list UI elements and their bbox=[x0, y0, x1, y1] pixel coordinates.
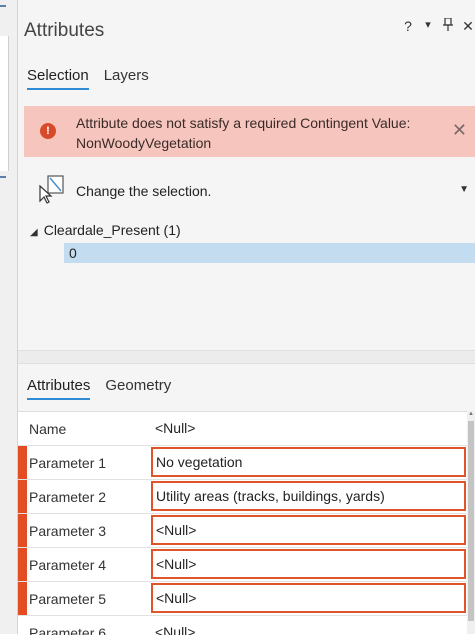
tree-layer-node[interactable]: ◢ Cleardale_Present (1) bbox=[30, 222, 181, 238]
pin-icon[interactable] bbox=[441, 17, 455, 35]
menu-dropdown-icon[interactable]: ▾ bbox=[421, 18, 435, 35]
scroll-up-icon[interactable]: ▲ bbox=[467, 411, 475, 419]
error-flag bbox=[18, 446, 27, 479]
attribute-table: Name <Null> Parameter 1 No vegetation Pa… bbox=[18, 411, 467, 635]
field-label: Parameter 5 bbox=[29, 591, 107, 607]
background-tick bbox=[0, 176, 6, 178]
expand-triangle-icon[interactable]: ◢ bbox=[30, 227, 38, 238]
top-tab-bar: Selection Layers bbox=[18, 67, 155, 90]
select-cursor-icon bbox=[36, 174, 66, 204]
field-value[interactable]: No vegetation bbox=[151, 447, 466, 477]
tab-attributes[interactable]: Attributes bbox=[27, 377, 91, 400]
field-value[interactable]: <Null> bbox=[151, 549, 466, 579]
close-icon[interactable]: ✕ bbox=[461, 18, 475, 35]
tab-selection[interactable]: Selection bbox=[27, 67, 89, 90]
field-label: Name bbox=[29, 421, 67, 437]
table-scrollbar[interactable]: ▲ bbox=[467, 411, 475, 634]
error-flag bbox=[18, 582, 27, 615]
table-row: Name <Null> bbox=[18, 412, 467, 446]
table-row: Parameter 6 <Null> bbox=[18, 616, 467, 635]
field-value[interactable]: <Null> bbox=[151, 583, 466, 613]
alert-icon: ! bbox=[40, 123, 56, 139]
field-value[interactable]: <Null> bbox=[151, 413, 466, 443]
table-row: Parameter 5 <Null> bbox=[18, 582, 467, 616]
pane-splitter[interactable] bbox=[18, 350, 475, 364]
tab-layers[interactable]: Layers bbox=[95, 67, 155, 90]
table-row: Parameter 3 <Null> bbox=[18, 514, 467, 548]
tree-feature-item[interactable]: 0 bbox=[64, 243, 475, 263]
dismiss-error-icon[interactable]: ✕ bbox=[452, 120, 467, 141]
error-message: Attribute does not satisfy a required Co… bbox=[76, 115, 411, 151]
change-selection-row[interactable]: Change the selection. ▼ bbox=[36, 172, 475, 210]
background-window-edge bbox=[0, 0, 18, 634]
help-icon[interactable]: ? bbox=[401, 18, 415, 35]
field-value[interactable]: Utility areas (tracks, buildings, yards) bbox=[151, 481, 466, 511]
field-value[interactable]: <Null> bbox=[151, 617, 466, 635]
field-label: Parameter 2 bbox=[29, 489, 107, 505]
change-selection-label: Change the selection. bbox=[76, 183, 212, 199]
background-tick bbox=[0, 5, 6, 7]
bottom-tab-bar: Attributes Geometry bbox=[18, 377, 177, 400]
error-flag bbox=[18, 548, 27, 581]
table-row: Parameter 1 No vegetation bbox=[18, 446, 467, 480]
field-value[interactable]: <Null> bbox=[151, 515, 466, 545]
chevron-down-icon[interactable]: ▼ bbox=[459, 184, 469, 195]
tab-geometry[interactable]: Geometry bbox=[96, 377, 177, 400]
pane-title: Attributes bbox=[24, 20, 105, 41]
table-row: Parameter 2 Utility areas (tracks, build… bbox=[18, 480, 467, 514]
table-row: Parameter 4 <Null> bbox=[18, 548, 467, 582]
scrollbar-thumb[interactable] bbox=[468, 421, 474, 621]
field-label: Parameter 3 bbox=[29, 523, 107, 539]
error-banner: ! Attribute does not satisfy a required … bbox=[24, 106, 475, 157]
error-flag bbox=[18, 514, 27, 547]
background-panel bbox=[0, 36, 9, 171]
error-flag bbox=[18, 480, 27, 513]
attributes-pane: Attributes ? ▾ ✕ Selection Layers ! Attr… bbox=[18, 0, 475, 635]
tree-layer-label: Cleardale_Present (1) bbox=[43, 222, 181, 238]
field-label: Parameter 1 bbox=[29, 455, 107, 471]
pane-title-controls: ? ▾ ✕ bbox=[401, 17, 475, 35]
field-label: Parameter 4 bbox=[29, 557, 107, 573]
